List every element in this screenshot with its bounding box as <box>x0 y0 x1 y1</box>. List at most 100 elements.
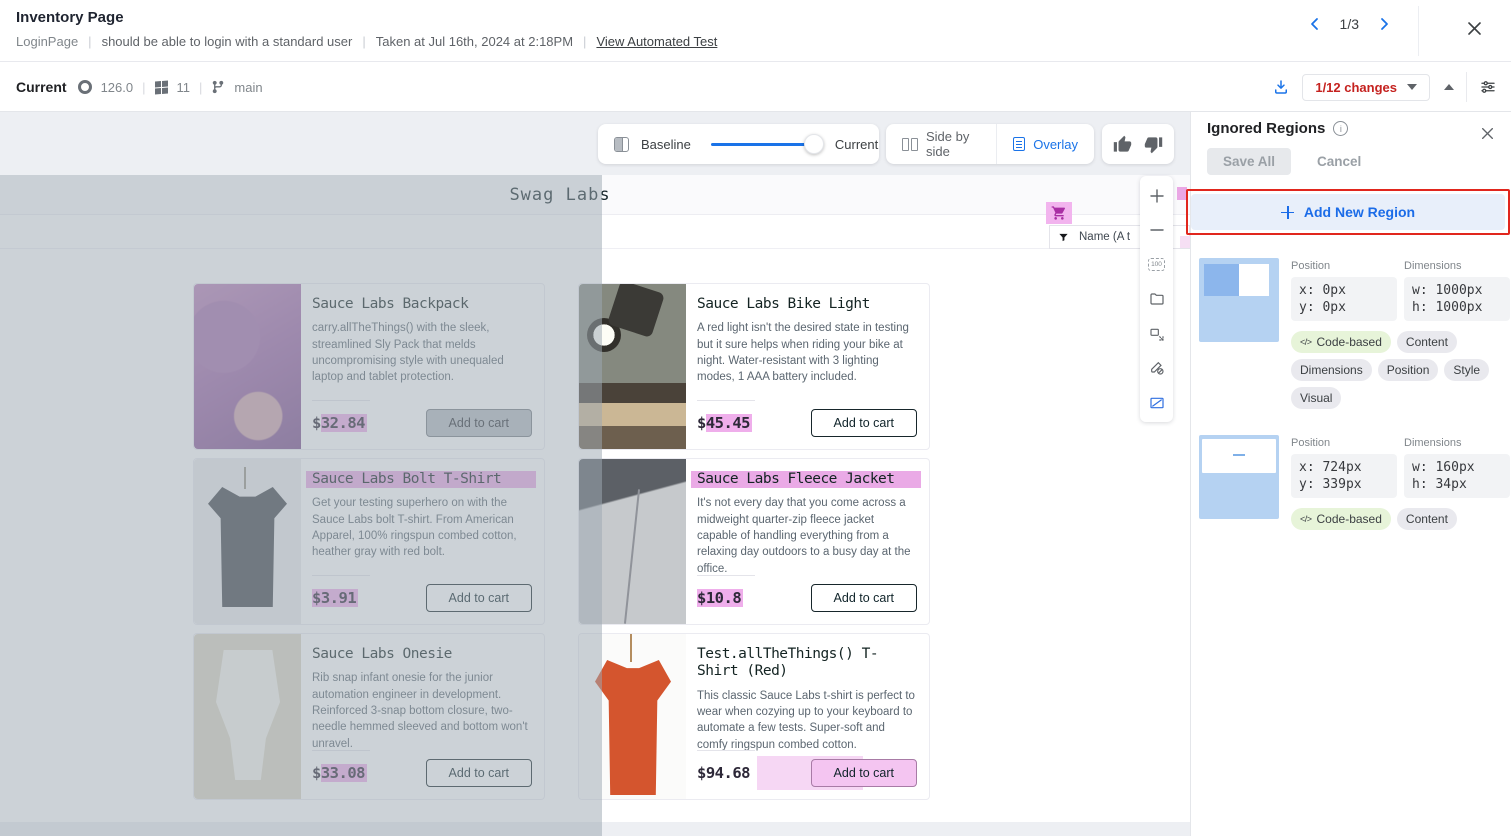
info-icon[interactable] <box>1333 121 1348 136</box>
add-to-cart-button[interactable]: Add to cart <box>426 409 532 437</box>
product-card: Sauce Labs Onesie Rib snap infant onesie… <box>193 633 545 800</box>
product-image <box>194 284 301 449</box>
overlay-slider-handle[interactable] <box>804 134 824 154</box>
region-tag: </>Code-based <box>1291 508 1391 530</box>
region-x: x: 724px <box>1299 459 1389 476</box>
add-to-cart-button[interactable]: Add to cart <box>426 759 532 787</box>
zoom-out-icon[interactable] <box>1140 215 1173 245</box>
current-label: Current <box>835 137 878 152</box>
region-list: Position Dimensions x: 0px y: 0px w: 100… <box>1191 246 1511 544</box>
product-title: Sauce Labs Bolt T-Shirt <box>312 471 532 488</box>
region-position-values: x: 0px y: 0px <box>1291 277 1397 321</box>
next-screenshot-button[interactable] <box>1377 17 1391 31</box>
position-label: Position <box>1291 437 1404 449</box>
add-new-region-button[interactable]: Add New Region <box>1191 194 1505 230</box>
site-title: Swag Labs <box>509 185 610 205</box>
pagination-count: 1/3 <box>1340 16 1359 32</box>
region-thumbnail <box>1199 435 1279 519</box>
branch-name: main <box>234 80 262 95</box>
product-price: $33.08 <box>312 764 365 782</box>
breadcrumb: LoginPage | should be able to login with… <box>16 34 717 49</box>
view-automated-test-link[interactable]: View Automated Test <box>596 34 717 49</box>
thumbs-down-icon[interactable] <box>1144 135 1163 154</box>
product-title: Sauce Labs Fleece Jacket <box>697 471 917 488</box>
folder-icon[interactable] <box>1140 284 1173 314</box>
divider <box>697 750 755 751</box>
add-to-cart-button[interactable]: Add to cart <box>811 584 917 612</box>
environment-bar: Current 126.0 | 11 | main 1/12 changes <box>0 62 1511 112</box>
chrome-browser-icon <box>78 80 92 94</box>
region-tags: </>Code-basedContentDimensionsPositionSt… <box>1291 331 1511 409</box>
previous-screenshot-button[interactable] <box>1308 17 1322 31</box>
code-icon: </> <box>1300 514 1312 524</box>
product-image <box>579 284 686 449</box>
region-x: x: 0px <box>1299 282 1389 299</box>
overlay-slider-group: Baseline Current <box>598 124 879 164</box>
region-tag: Content <box>1397 508 1457 530</box>
fit-to-screen-icon[interactable] <box>1140 319 1173 349</box>
view-mode-group: Side by side Overlay <box>886 124 1094 164</box>
screenshot-pager: 1/3 <box>1308 16 1391 32</box>
side-by-side-button[interactable]: Side by side <box>886 124 996 164</box>
divider <box>1466 72 1467 102</box>
product-description: This classic Sauce Labs t-shirt is perfe… <box>697 688 917 753</box>
region-select-icon[interactable] <box>1140 388 1173 418</box>
region-y: y: 339px <box>1299 476 1389 493</box>
product-image <box>579 459 686 624</box>
region-thumbnail <box>1199 258 1279 342</box>
region-tag: Position <box>1378 359 1439 381</box>
ignored-region-card[interactable]: Position Dimensions x: 0px y: 0px w: 100… <box>1191 246 1511 423</box>
split-view-icon <box>614 137 629 152</box>
close-icon[interactable] <box>1466 20 1483 37</box>
zoom-in-icon[interactable] <box>1140 181 1173 211</box>
divider <box>312 750 370 751</box>
zoom-100-icon[interactable]: 100 <box>1140 250 1173 280</box>
breadcrumb-taken-at: Taken at Jul 16th, 2024 at 2:18PM <box>376 34 573 49</box>
product-description: carry.allTheThings() with the sleek, str… <box>312 320 532 385</box>
region-tag: Style <box>1444 359 1489 381</box>
chevron-down-icon <box>1407 84 1417 90</box>
baseline-label: Baseline <box>641 137 691 152</box>
add-to-cart-button[interactable]: Add to cart <box>811 409 917 437</box>
product-description: A red light isn't the desired state in t… <box>697 320 917 385</box>
sort-selected-value: Name (A t <box>1079 231 1130 243</box>
region-width: w: 1000px <box>1412 282 1502 299</box>
product-title: Test.allTheThings() T-Shirt (Red) <box>697 646 917 681</box>
ignored-region-card[interactable]: Position Dimensions x: 724px y: 339px w:… <box>1191 423 1511 544</box>
region-position-values: x: 724px y: 339px <box>1291 454 1397 498</box>
product-image <box>194 459 301 624</box>
browser-version: 126.0 <box>101 80 134 95</box>
cancel-button[interactable]: Cancel <box>1307 148 1371 175</box>
thumbs-up-icon[interactable] <box>1113 135 1132 154</box>
previous-change-button[interactable] <box>1442 84 1454 90</box>
panel-close-icon[interactable] <box>1480 126 1495 141</box>
overlay-slider[interactable] <box>711 143 815 146</box>
plus-icon <box>1281 206 1294 219</box>
add-to-cart-button[interactable]: Add to cart <box>426 584 532 612</box>
hide-diffs-icon[interactable] <box>1140 353 1173 383</box>
approve-reject-group <box>1102 124 1174 164</box>
download-icon[interactable] <box>1272 78 1290 96</box>
shopping-cart-icon[interactable] <box>1051 205 1067 221</box>
add-to-cart-button[interactable]: Add to cart <box>811 759 917 787</box>
header-divider <box>1418 6 1419 56</box>
display-settings-icon[interactable] <box>1479 78 1497 96</box>
divider <box>697 575 755 576</box>
visual-testing-app: Inventory Page LoginPage | should be abl… <box>0 0 1511 836</box>
variant-label: Current <box>16 79 67 95</box>
divider <box>312 575 370 576</box>
product-card: Sauce Labs Bike Light A red light isn't … <box>578 283 930 450</box>
region-height: h: 34px <box>1412 476 1502 493</box>
highlight-annotation-red-box: Add New Region <box>1186 189 1510 235</box>
product-price: $10.8 <box>697 589 741 607</box>
changes-dropdown[interactable]: 1/12 changes <box>1302 74 1430 101</box>
product-card: Sauce Labs Bolt T-Shirt Get your testing… <box>193 458 545 625</box>
environment-info: Current 126.0 | 11 | main <box>16 62 263 112</box>
product-description: Get your testing superhero on with the S… <box>312 495 532 560</box>
product-price: $3.91 <box>312 589 356 607</box>
overlay-button[interactable]: Overlay <box>997 124 1094 164</box>
top-header: Inventory Page LoginPage | should be abl… <box>0 0 1511 62</box>
dimensions-label: Dimensions <box>1404 260 1461 272</box>
changes-count: 1/12 changes <box>1315 80 1397 95</box>
save-all-button[interactable]: Save All <box>1207 148 1291 175</box>
